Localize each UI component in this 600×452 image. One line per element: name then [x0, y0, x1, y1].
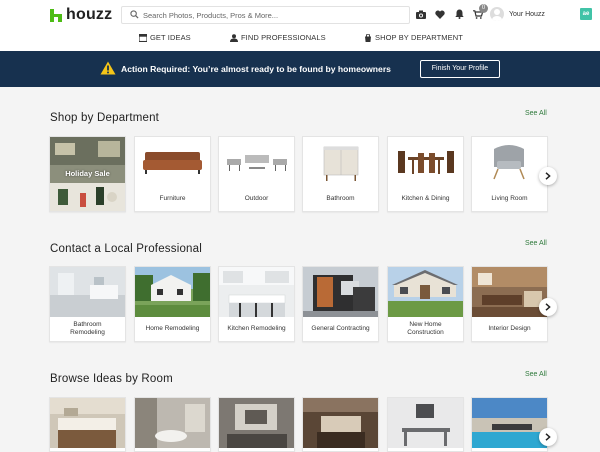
general-contracting-image: [303, 267, 378, 317]
department-label: Outdoor: [244, 195, 269, 202]
professional-label: Bathroom Remodeling: [70, 321, 105, 336]
home-remodeling-image: [135, 267, 210, 317]
bathroom-image: [303, 137, 378, 187]
dining-room-image: [388, 398, 463, 448]
living-room-image: [219, 398, 294, 448]
search-input[interactable]: [143, 10, 393, 20]
room-card[interactable]: [134, 397, 211, 452]
bedroom-room-image: [303, 398, 378, 448]
cart-icon[interactable]: 0: [473, 4, 488, 19]
nav-get-ideas[interactable]: GET IDEAS: [138, 33, 191, 42]
kitchen-remodeling-image: [219, 267, 294, 317]
kitchen-room-image: [50, 398, 125, 448]
site-header: houzz 0 Your Houzz ae GET IDEA: [0, 0, 600, 51]
holiday-sale-card[interactable]: Holiday Sale: [49, 136, 126, 212]
furniture-image: [135, 137, 210, 187]
nav-shop-by-department[interactable]: SHOP BY DEPARTMENT: [364, 33, 463, 42]
department-card[interactable]: Outdoor: [218, 136, 295, 212]
search-icon: [125, 9, 143, 21]
cart-count-badge: 0: [479, 4, 488, 13]
department-card[interactable]: Living Room: [471, 136, 548, 212]
department-card[interactable]: Kitchen & Dining: [387, 136, 464, 212]
bell-icon[interactable]: [454, 9, 464, 19]
ideas-see-all-link[interactable]: See All: [525, 371, 547, 378]
department-card[interactable]: Bathroom: [302, 136, 379, 212]
room-card[interactable]: [387, 397, 464, 452]
holiday-sale-label: Holiday Sale: [65, 169, 110, 178]
professional-card[interactable]: Home Remodeling: [134, 266, 211, 342]
shop-icon: [364, 33, 372, 42]
brand-name: houzz: [66, 6, 113, 23]
avatar: [490, 7, 504, 21]
department-label: Furniture: [159, 195, 186, 202]
professional-card[interactable]: Interior Design: [471, 266, 548, 342]
extension-badge[interactable]: ae: [580, 8, 592, 20]
warning-icon: [100, 61, 116, 75]
professional-card[interactable]: Kitchen Remodeling: [218, 266, 295, 342]
kitchen-dining-image: [388, 137, 463, 187]
room-card[interactable]: [49, 397, 126, 452]
chevron-right-icon: [545, 303, 551, 311]
room-card[interactable]: [302, 397, 379, 452]
pros-see-all-link[interactable]: See All: [525, 240, 547, 247]
outdoor-image: [219, 137, 294, 187]
room-card[interactable]: [471, 397, 548, 452]
shop-see-all-link[interactable]: See All: [525, 110, 547, 117]
banner-message: Action Required: You’re almost ready to …: [121, 64, 391, 74]
professional-label: General Contracting: [311, 325, 370, 332]
professional-label: Home Remodeling: [145, 325, 200, 332]
holiday-sale-image: Holiday Sale: [50, 137, 125, 211]
outdoor-room-image: [472, 398, 547, 448]
shop-section-title: Shop by Department: [50, 112, 160, 124]
nav-find-professionals[interactable]: FIND PROFESSIONALS: [230, 33, 326, 42]
pros-section-title: Contact a Local Professional: [50, 243, 202, 255]
houzz-logo[interactable]: houzz: [50, 6, 112, 24]
living-room-image: [472, 137, 547, 187]
bathroom-room-image: [135, 398, 210, 448]
main-nav: GET IDEAS FIND PROFESSIONALS SHOP BY DEP…: [0, 33, 600, 47]
ideas-section-title: Browse Ideas by Room: [50, 373, 173, 385]
camera-icon[interactable]: [416, 9, 426, 19]
department-label: Kitchen & Dining: [401, 195, 450, 202]
interior-design-image: [472, 267, 547, 317]
professional-icon: [230, 33, 238, 42]
heart-icon[interactable]: [435, 9, 445, 19]
ideas-icon: [138, 33, 148, 42]
professional-card[interactable]: General Contracting: [302, 266, 379, 342]
pros-next-arrow[interactable]: [539, 298, 557, 316]
finish-profile-button[interactable]: Finish Your Profile: [420, 60, 500, 78]
account-menu[interactable]: Your Houzz: [490, 7, 545, 21]
department-card[interactable]: Furniture: [134, 136, 211, 212]
professional-label: New Home Construction: [407, 321, 444, 336]
search-bar[interactable]: [121, 6, 410, 24]
professional-card[interactable]: Bathroom Remodeling: [49, 266, 126, 342]
professional-card[interactable]: New Home Construction: [387, 266, 464, 342]
department-label: Bathroom: [326, 195, 355, 202]
houzz-logo-icon: [50, 8, 62, 22]
chevron-right-icon: [545, 172, 551, 180]
chevron-right-icon: [545, 433, 551, 441]
bathroom-remodeling-image: [50, 267, 125, 317]
account-label: Your Houzz: [509, 10, 545, 18]
professional-label: Interior Design: [488, 325, 531, 332]
shop-next-arrow[interactable]: [539, 167, 557, 185]
action-required-banner: Action Required: You’re almost ready to …: [0, 51, 600, 87]
professional-label: Kitchen Remodeling: [227, 325, 286, 332]
new-home-construction-image: [388, 267, 463, 317]
room-card[interactable]: [218, 397, 295, 452]
ideas-next-arrow[interactable]: [539, 428, 557, 446]
department-label: Living Room: [491, 195, 528, 202]
